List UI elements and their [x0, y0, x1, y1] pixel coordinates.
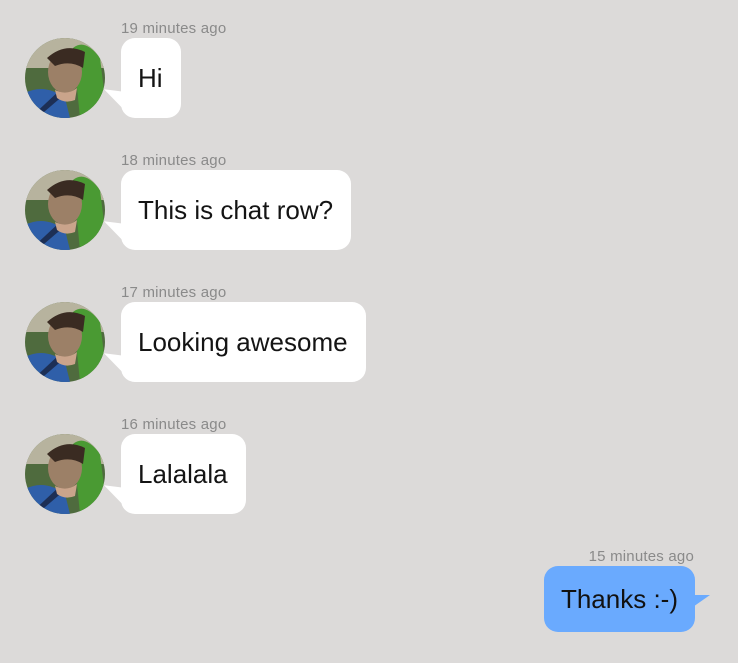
avatar[interactable] — [25, 170, 105, 250]
message-timestamp: 18 minutes ago — [121, 152, 227, 169]
message-timestamp: 16 minutes ago — [121, 416, 227, 433]
message-row: 19 minutes ago Hi — [0, 0, 738, 132]
avatar[interactable] — [25, 38, 105, 118]
message-bubble[interactable]: This is chat row? — [121, 170, 352, 250]
message-row: 18 minutes ago This is chat row? — [0, 132, 738, 264]
message-bubble-outgoing[interactable]: Thanks :-) — [543, 566, 695, 632]
message-bubble[interactable]: Looking awesome — [121, 302, 366, 382]
message-timestamp: 17 minutes ago — [121, 284, 227, 301]
avatar[interactable] — [25, 302, 105, 382]
message-bubble[interactable]: Hi — [121, 38, 181, 118]
message-row: 17 minutes ago Looking awesome — [0, 264, 738, 396]
message-bubble[interactable]: Lalalala — [121, 434, 246, 514]
message-row: 16 minutes ago Lalalala — [0, 396, 738, 528]
message-timestamp: 19 minutes ago — [121, 20, 227, 37]
avatar[interactable] — [25, 434, 105, 514]
message-timestamp: 15 minutes ago — [588, 548, 694, 565]
